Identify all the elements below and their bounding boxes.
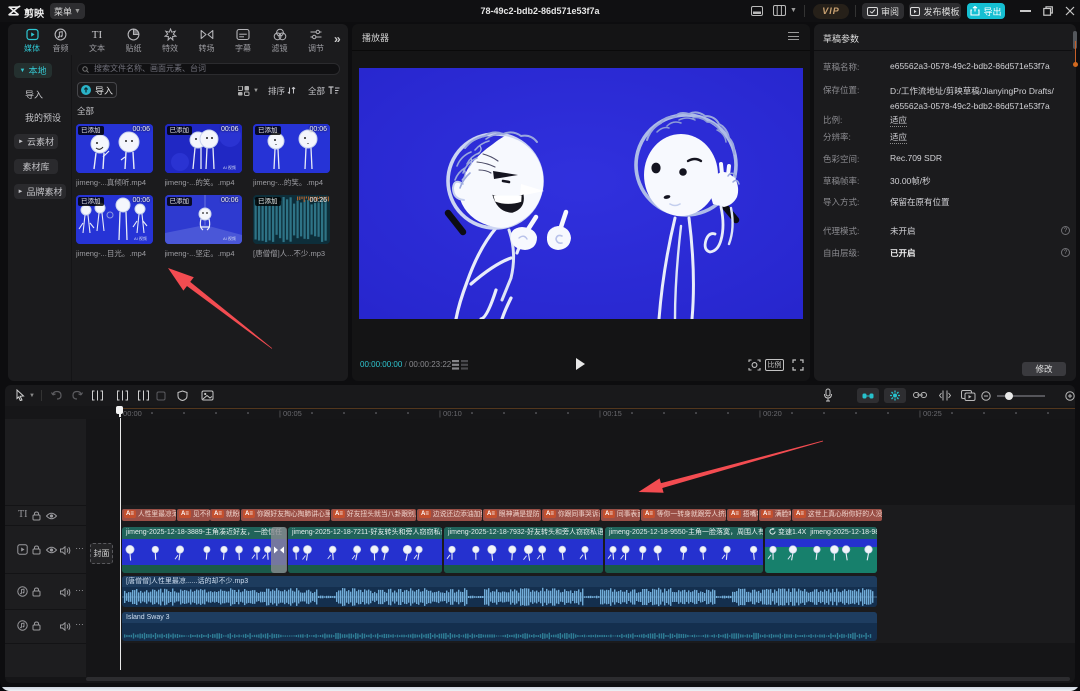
svg-text:AI 视频: AI 视频 bbox=[223, 164, 236, 170]
svg-text:AI 视频: AI 视频 bbox=[134, 235, 147, 241]
svg-text:AI 视频: AI 视频 bbox=[223, 235, 236, 241]
